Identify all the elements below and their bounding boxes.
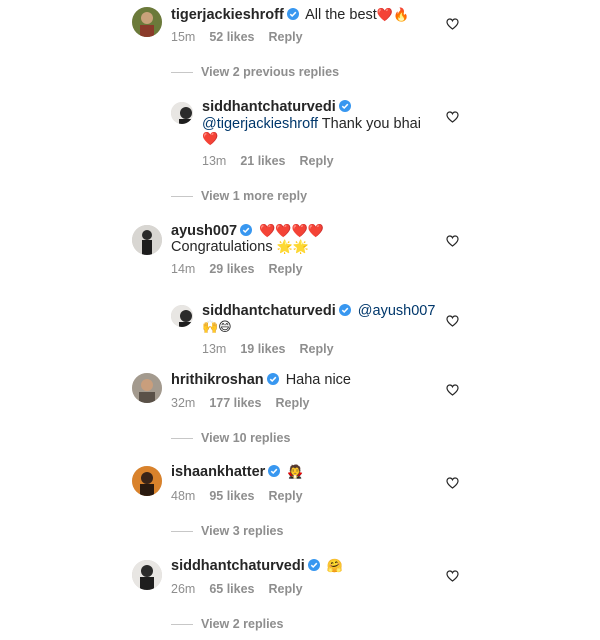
reply-button[interactable]: Reply — [269, 30, 303, 44]
avatar[interactable] — [132, 7, 162, 37]
comment-emoji: 🧛 — [287, 465, 304, 480]
timestamp: 26m — [171, 582, 196, 596]
mention-link[interactable]: @tigerjackieshroff — [202, 116, 318, 132]
timestamp: 13m — [202, 342, 227, 356]
verified-badge-icon — [240, 224, 253, 236]
view-replies-button[interactable]: View 10 replies — [171, 431, 290, 445]
comment-text: Thank you bhai — [321, 116, 421, 132]
timestamp: 13m — [202, 154, 227, 168]
reply-button[interactable]: Reply — [269, 582, 303, 596]
like-heart-icon[interactable] — [446, 477, 459, 489]
view-replies-label: View 2 replies — [201, 617, 284, 631]
view-replies-label: View 2 previous replies — [201, 65, 340, 79]
avatar[interactable] — [171, 305, 193, 327]
avatar[interactable] — [132, 466, 162, 496]
like-heart-icon[interactable] — [446, 315, 459, 327]
verified-badge-icon — [338, 304, 351, 316]
reply-button[interactable]: Reply — [275, 396, 309, 410]
divider — [171, 438, 193, 440]
timestamp: 14m — [171, 262, 196, 276]
divider — [171, 196, 193, 198]
avatar[interactable] — [132, 560, 162, 590]
like-heart-icon[interactable] — [446, 111, 459, 123]
timestamp: 15m — [171, 30, 196, 44]
reply-button[interactable]: Reply — [269, 489, 303, 503]
likes-count[interactable]: 19 likes — [240, 342, 285, 356]
comment-emoji-inline: ❤️❤️❤️❤️ — [259, 224, 324, 239]
mention-link[interactable]: @ayush007 — [358, 303, 436, 319]
username[interactable]: siddhantchaturvedi — [202, 99, 336, 115]
comment-emoji: 🤗 — [326, 559, 343, 574]
comment-emoji: 🌟🌟 — [276, 240, 309, 255]
view-replies-button[interactable]: View 1 more reply — [171, 189, 307, 203]
likes-count[interactable]: 65 likes — [209, 582, 254, 596]
reply-button[interactable]: Reply — [300, 154, 334, 168]
username[interactable]: siddhantchaturvedi — [171, 558, 305, 574]
comment-text: All the best — [305, 7, 377, 23]
verified-badge-icon — [268, 465, 281, 477]
comment-text: Haha nice — [285, 372, 351, 388]
likes-count[interactable]: 95 likes — [209, 489, 254, 503]
likes-count[interactable]: 21 likes — [240, 154, 285, 168]
avatar[interactable] — [171, 102, 193, 124]
reply-button[interactable]: Reply — [300, 342, 334, 356]
verified-badge-icon — [286, 8, 299, 20]
view-replies-button[interactable]: View 2 previous replies — [171, 65, 339, 79]
view-replies-label: View 3 replies — [201, 524, 284, 538]
comment-text: Congratulations — [171, 239, 273, 255]
username[interactable]: hrithikroshan — [171, 372, 264, 388]
username[interactable]: ayush007 — [171, 223, 237, 239]
comment-emoji: ❤️ — [202, 132, 219, 147]
avatar[interactable] — [132, 225, 162, 255]
verified-badge-icon — [338, 100, 351, 112]
like-heart-icon[interactable] — [446, 384, 459, 396]
likes-count[interactable]: 52 likes — [209, 30, 254, 44]
like-heart-icon[interactable] — [446, 235, 459, 247]
username[interactable]: siddhantchaturvedi — [202, 303, 336, 319]
reply-button[interactable]: Reply — [269, 262, 303, 276]
username[interactable]: tigerjackieshroff — [171, 7, 284, 23]
divider — [171, 531, 193, 533]
timestamp: 48m — [171, 489, 196, 503]
like-heart-icon[interactable] — [446, 18, 459, 30]
view-replies-button[interactable]: View 3 replies — [171, 524, 283, 538]
timestamp: 32m — [171, 396, 196, 410]
like-heart-icon[interactable] — [446, 570, 459, 582]
comment-emoji: 🙌😄 — [202, 320, 232, 335]
comment-emoji: ❤️🔥 — [376, 8, 410, 23]
view-replies-label: View 1 more reply — [201, 189, 308, 203]
username[interactable]: ishaankhatter — [171, 464, 265, 480]
verified-badge-icon — [266, 373, 279, 385]
view-replies-button[interactable]: View 2 replies — [171, 617, 283, 631]
verified-badge-icon — [307, 559, 320, 571]
likes-count[interactable]: 177 likes — [209, 396, 261, 410]
divider — [171, 624, 193, 626]
avatar[interactable] — [132, 373, 162, 403]
view-replies-label: View 10 replies — [201, 431, 291, 445]
likes-count[interactable]: 29 likes — [209, 262, 254, 276]
divider — [171, 72, 193, 74]
